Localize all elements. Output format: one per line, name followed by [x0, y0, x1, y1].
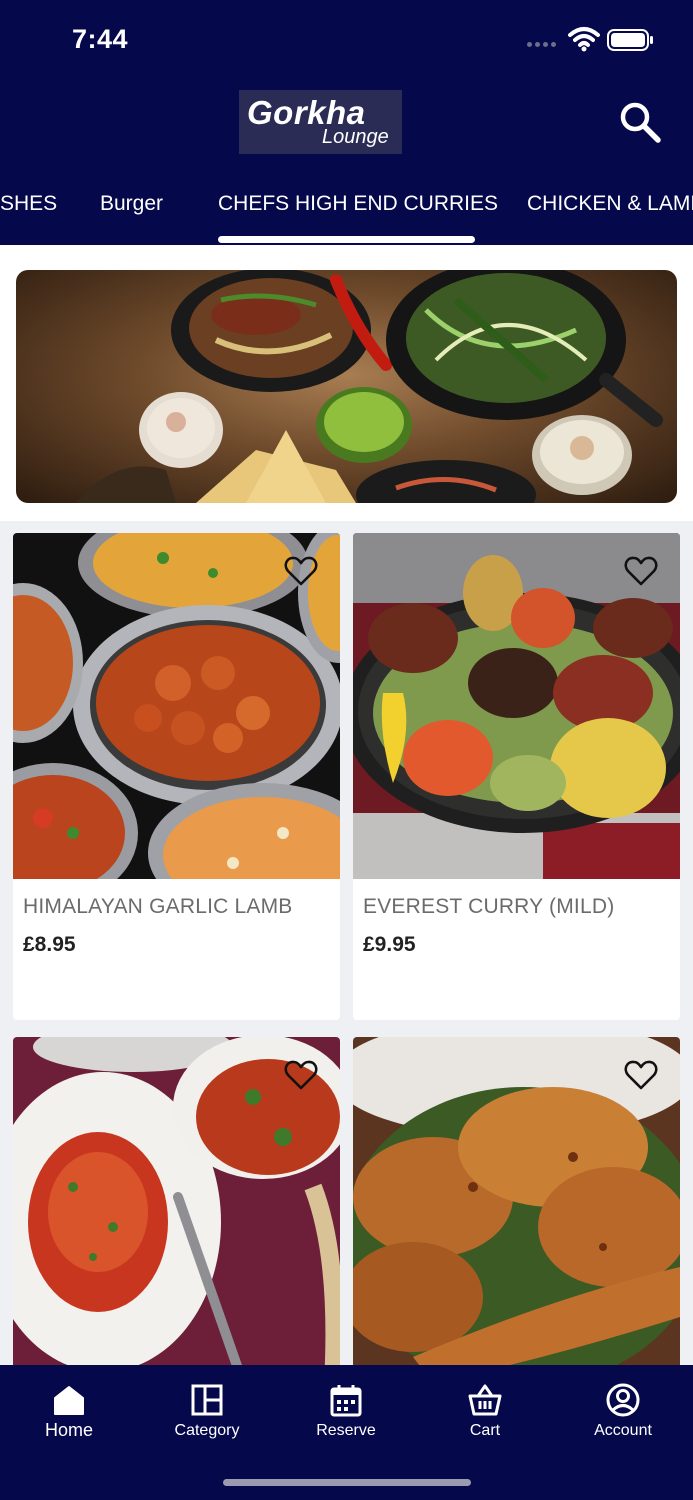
tab-dishes[interactable]: SHES	[0, 192, 57, 216]
nav-cart-label: Cart	[469, 1422, 501, 1439]
product-card[interactable]: EVEREST CURRY (MILD) £9.95	[353, 533, 680, 1020]
status-time: 7:44	[72, 24, 129, 54]
favorite-heart-icon[interactable]	[284, 1059, 318, 1091]
bottom-navigation: Home Category Reserve Cart Account	[0, 1365, 693, 1500]
tab-chefs-high-end-curries[interactable]: CHEFS HIGH END CURRIES	[218, 192, 498, 216]
product-card[interactable]: HIMALAYAN GARLIC LAMB £8.95	[13, 533, 340, 1020]
product-price: £9.95	[363, 933, 416, 956]
wifi-icon	[568, 27, 600, 52]
basket-icon	[468, 1384, 502, 1416]
favorite-heart-icon[interactable]	[624, 555, 658, 587]
nav-category[interactable]: Category	[138, 1365, 276, 1465]
product-name: HIMALAYAN GARLIC LAMB	[23, 895, 293, 918]
favorite-heart-icon[interactable]	[284, 555, 318, 587]
account-icon	[606, 1383, 640, 1417]
battery-icon	[607, 29, 653, 51]
banner-section	[0, 245, 693, 521]
active-tab-indicator	[218, 236, 475, 243]
banner-image[interactable]	[16, 270, 677, 503]
banner-food-illustration	[76, 270, 663, 503]
calendar-icon	[330, 1385, 362, 1417]
nav-reserve[interactable]: Reserve	[277, 1365, 415, 1465]
nav-reserve-label: Reserve	[316, 1422, 376, 1439]
home-icon	[54, 1386, 84, 1415]
tab-burger[interactable]: Burger	[100, 192, 163, 216]
app-header: 7:44 Gorkha Lounge SHES Burger CHEFS HIG…	[0, 0, 693, 245]
category-icon	[191, 1384, 223, 1416]
nav-home[interactable]: Home	[0, 1365, 138, 1465]
product-price: £8.95	[23, 933, 76, 956]
nav-category-label: Category	[174, 1422, 240, 1439]
nav-account-label: Account	[594, 1422, 652, 1439]
tab-chicken-lamb[interactable]: CHICKEN & LAMB	[527, 192, 693, 216]
signal-icon	[527, 42, 556, 47]
logo-sub-text: Lounge	[322, 126, 389, 148]
favorite-heart-icon[interactable]	[624, 1059, 658, 1091]
nav-account[interactable]: Account	[554, 1365, 692, 1465]
nav-cart[interactable]: Cart	[416, 1365, 554, 1465]
category-tabs: SHES Burger CHEFS HIGH END CURRIES CHICK…	[0, 180, 693, 245]
brand-logo: Gorkha Lounge	[239, 90, 402, 154]
home-indicator	[223, 1479, 471, 1486]
nav-home-label: Home	[44, 1420, 93, 1440]
search-icon[interactable]	[616, 98, 664, 146]
product-name: EVEREST CURRY (MILD)	[363, 895, 615, 918]
